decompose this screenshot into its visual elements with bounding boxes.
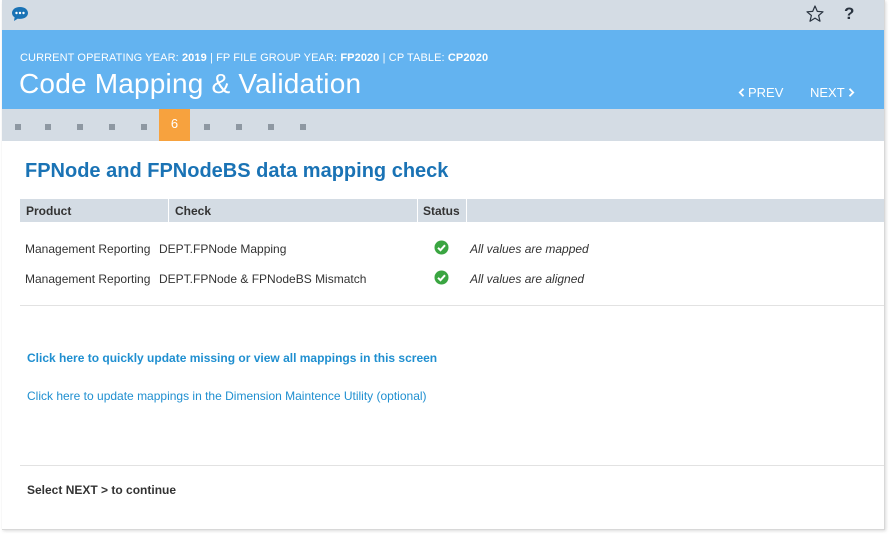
chat-bubble-icon[interactable] bbox=[11, 6, 29, 22]
check-circle-icon bbox=[434, 270, 449, 285]
step-indicator: 6 bbox=[2, 109, 884, 141]
column-header-status: Status bbox=[423, 204, 460, 218]
chevron-left-icon bbox=[738, 88, 745, 97]
step-current[interactable]: 6 bbox=[159, 109, 190, 141]
step-dot[interactable] bbox=[109, 124, 115, 130]
divider bbox=[20, 305, 884, 306]
group-label: | FP FILE GROUP YEAR: bbox=[206, 52, 341, 64]
app-window: ? CURRENT OPERATING YEAR: 2019 | FP FILE… bbox=[2, 0, 885, 530]
step-dot[interactable] bbox=[15, 124, 21, 130]
dimension-utility-link[interactable]: Click here to update mappings in the Dim… bbox=[27, 389, 427, 403]
step-dot[interactable] bbox=[300, 124, 306, 130]
page-header: CURRENT OPERATING YEAR: 2019 | FP FILE G… bbox=[2, 30, 884, 109]
column-divider bbox=[417, 199, 418, 222]
product-cell: Management Reporting bbox=[25, 272, 151, 286]
step-dot[interactable] bbox=[204, 124, 210, 130]
column-header-product: Product bbox=[26, 204, 72, 218]
table-value: CP2020 bbox=[447, 52, 489, 64]
table-header: Product Check Status bbox=[20, 199, 884, 222]
step-dot[interactable] bbox=[141, 124, 147, 130]
top-toolbar: ? bbox=[2, 0, 884, 30]
context-meta: CURRENT OPERATING YEAR: 2019 | FP FILE G… bbox=[20, 52, 488, 64]
chevron-right-icon bbox=[848, 88, 855, 97]
check-circle-icon bbox=[434, 240, 449, 255]
star-icon[interactable] bbox=[805, 4, 825, 24]
step-dot[interactable] bbox=[45, 124, 51, 130]
year-value: 2019 bbox=[181, 52, 207, 64]
product-cell: Management Reporting bbox=[25, 242, 151, 256]
help-icon[interactable]: ? bbox=[844, 4, 854, 24]
update-mappings-link[interactable]: Click here to quickly update missing or … bbox=[27, 351, 437, 365]
column-divider bbox=[168, 199, 169, 222]
column-header-check: Check bbox=[175, 204, 212, 218]
result-cell: All values are aligned bbox=[470, 272, 585, 286]
group-value: FP2020 bbox=[340, 52, 380, 64]
divider bbox=[20, 465, 884, 466]
section-title: FPNode and FPNodeBS data mapping check bbox=[25, 160, 449, 182]
table-row: Management Reporting DEPT.FPNode & FPNod… bbox=[2, 266, 884, 292]
table-label: | CP TABLE: bbox=[379, 52, 448, 64]
footer-instruction: Select NEXT > to continue bbox=[27, 483, 177, 497]
page-title-header: Code Mapping & Validation bbox=[19, 68, 362, 99]
year-label: CURRENT OPERATING YEAR: bbox=[20, 52, 182, 64]
table-row: Management Reporting DEPT.FPNode Mapping… bbox=[2, 236, 884, 262]
next-button[interactable]: NEXT bbox=[810, 85, 855, 100]
check-cell: DEPT.FPNode & FPNodeBS Mismatch bbox=[159, 272, 367, 286]
prev-label: PREV bbox=[748, 85, 784, 100]
next-label: NEXT bbox=[810, 85, 845, 100]
prev-button[interactable]: PREV bbox=[738, 85, 783, 100]
step-dot[interactable] bbox=[236, 124, 242, 130]
step-dot[interactable] bbox=[268, 124, 274, 130]
column-divider bbox=[466, 199, 467, 222]
step-dot[interactable] bbox=[77, 124, 83, 130]
result-cell: All values are mapped bbox=[470, 242, 589, 256]
check-cell: DEPT.FPNode Mapping bbox=[159, 242, 287, 256]
